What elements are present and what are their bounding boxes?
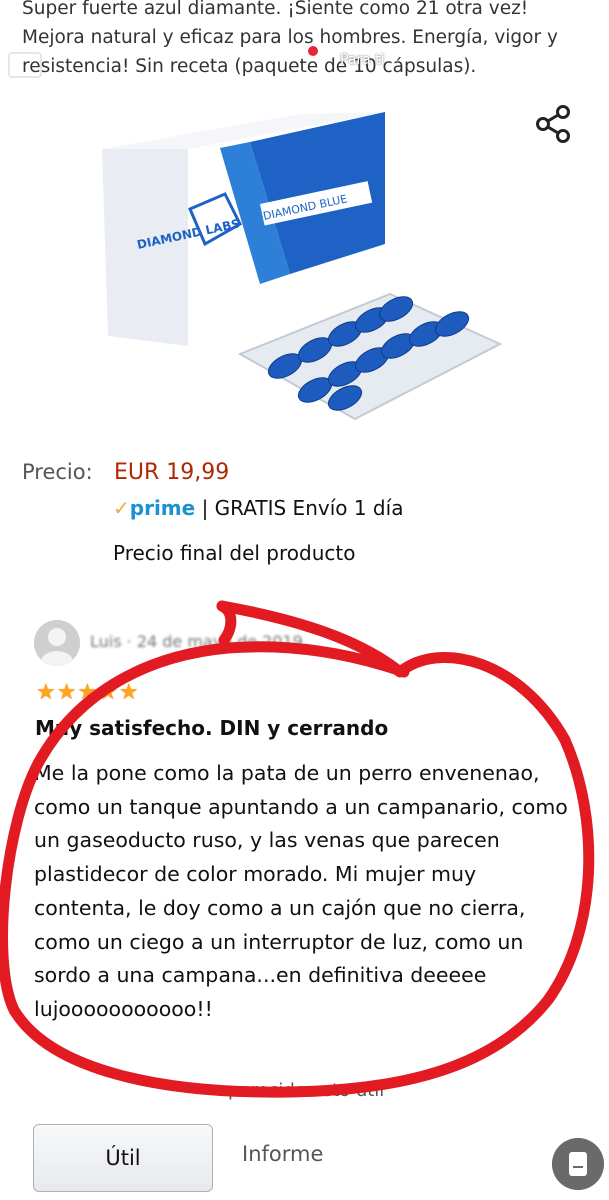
- overlay-tab-label[interactable]: Para ti: [340, 52, 385, 68]
- helpful-button[interactable]: Útil: [33, 1124, 213, 1192]
- final-price-note: Precio final del producto: [113, 541, 356, 565]
- helpful-count-text: parecido esto útil: [228, 1080, 385, 1101]
- review-header: Luis · 24 de mayo de 2019: [34, 618, 434, 666]
- price-value: EUR 19,99: [114, 460, 230, 485]
- prime-check-icon: ✓: [113, 496, 130, 520]
- price-row: Precio: EUR 19,99: [22, 460, 229, 485]
- star-rating: ★★★★★: [36, 680, 140, 705]
- shipping-text: | GRATIS Envío 1 día: [201, 496, 404, 520]
- product-image[interactable]: DIAMOND BLUE DIAMOND LABS: [100, 104, 510, 426]
- share-icon[interactable]: [534, 104, 572, 144]
- search-icon[interactable]: [569, 46, 595, 72]
- prime-shipping: ✓prime | GRATIS Envío 1 día: [113, 496, 403, 520]
- document-icon[interactable]: [552, 1138, 604, 1190]
- app-overlay-bar: Para ti: [0, 38, 609, 88]
- live-dot: [308, 46, 318, 56]
- price-label: Precio:: [22, 460, 93, 484]
- tv-icon[interactable]: [8, 52, 42, 78]
- report-button[interactable]: Informe: [242, 1142, 323, 1166]
- reviewer-name-date[interactable]: Luis · 24 de mayo de 2019: [90, 632, 303, 651]
- review-body: Me la pone como la pata de un perro enve…: [34, 761, 568, 1021]
- review-title: Muy satisfecho. DIN y cerrando: [35, 716, 389, 740]
- prime-logo: prime: [129, 496, 196, 520]
- helpful-count-blurred: [30, 1080, 225, 1102]
- user-avatar-icon: [34, 620, 80, 666]
